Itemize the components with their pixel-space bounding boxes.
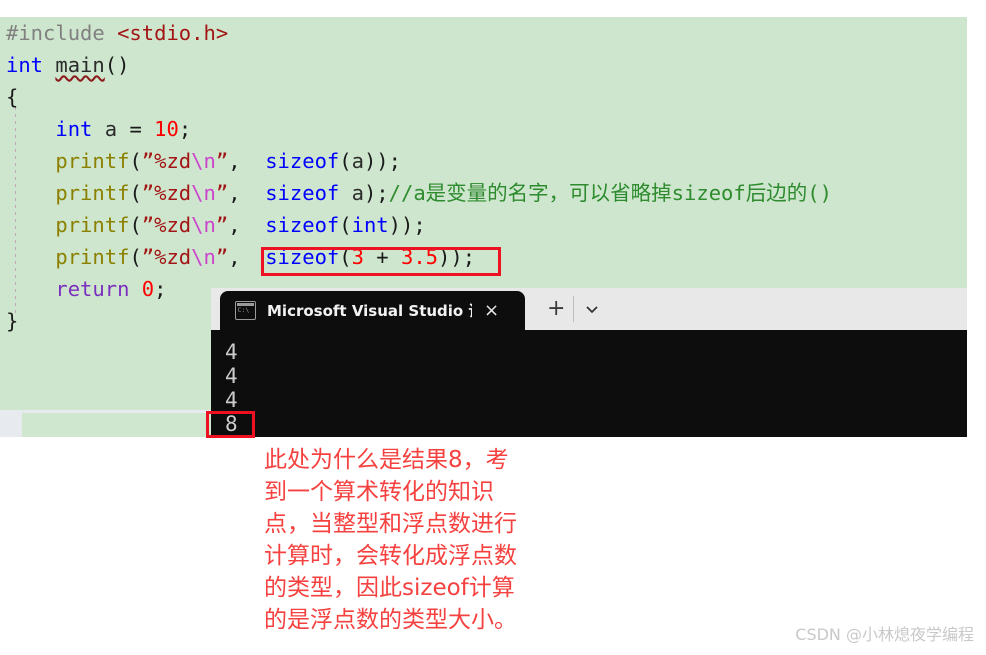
code-token: () <box>104 53 130 77</box>
tab-strip-divider <box>573 296 574 322</box>
code-token: ); <box>363 181 389 205</box>
code-token: sizeof <box>265 181 340 205</box>
code-token: \n <box>191 213 216 237</box>
code-token: //a是变量的名字，可以省略掉sizeof后边的() <box>388 181 832 205</box>
code-token: \n <box>191 245 216 269</box>
code-token: = <box>129 117 155 141</box>
code-token: printf <box>55 245 130 269</box>
line-decl-a: int a = 10; <box>0 113 967 145</box>
code-token: int <box>351 213 389 237</box>
annotation-line: 的类型，因此sizeof计算 <box>264 575 515 601</box>
console-tab[interactable]: Microsoft Visual Studio 调试控 × <box>220 291 525 330</box>
code-token: + <box>363 245 401 269</box>
code-token: )); <box>363 149 401 173</box>
code-token: 3 <box>351 245 364 269</box>
code-token: int <box>6 53 56 77</box>
console-output-area: 4 4 4 8 <box>211 330 967 437</box>
line-printf-1: printf(”%zd\n”, sizeof(a)); <box>0 145 967 177</box>
line-printf-3: printf(”%zd\n”, sizeof(int)); <box>0 209 967 241</box>
code-token: a <box>104 117 130 141</box>
console-output-line: 4 <box>225 340 238 364</box>
code-token: 0 <box>141 277 155 301</box>
code-token: int <box>55 117 105 141</box>
annotation-line: 的是浮点数的类型大小。 <box>264 607 517 633</box>
code-token: return <box>55 277 142 301</box>
code-token: printf <box>55 213 130 237</box>
code-token: 10 <box>154 117 179 141</box>
code-token: ”%zd <box>141 181 192 205</box>
new-tab-button[interactable]: + <box>547 298 565 320</box>
line-printf-2: printf(”%zd\n”, sizeof a);//a是变量的名字，可以省略… <box>0 177 967 209</box>
code-token: printf <box>55 149 130 173</box>
code-token: ” <box>215 213 229 237</box>
code-token: , <box>228 181 266 205</box>
console-output-line: 4 <box>225 364 238 388</box>
code-token: ( <box>339 149 352 173</box>
console-tab-strip: Microsoft Visual Studio 调试控 × + <box>211 288 967 330</box>
annotation-line: 点，当整型和浮点数进行 <box>264 511 517 537</box>
annotation-line: 此处为什么是结果8，考 <box>264 447 509 473</box>
code-token: \n <box>191 181 216 205</box>
annotation-line: 到一个算术转化的知识 <box>264 479 494 505</box>
line-printf-4: printf(”%zd\n”, sizeof(3 + 3.5)); <box>0 241 967 273</box>
annotation-text: 此处为什么是结果8，考 到一个算术转化的知识 点，当整型和浮点数进行 计算时，会转化成… <box>264 444 644 636</box>
code-token: )); <box>438 245 476 269</box>
code-token: { <box>6 85 19 109</box>
code-token: ” <box>215 149 229 173</box>
code-token: 3.5 <box>401 245 439 269</box>
code-token: ( <box>129 213 142 237</box>
annotation-line: 计算时，会转化成浮点数 <box>264 543 517 569</box>
code-token: ( <box>129 245 142 269</box>
code-token: , <box>228 149 266 173</box>
code-token: , <box>228 245 266 269</box>
console-output-line: 4 <box>225 388 238 412</box>
code-token: ”%zd <box>141 213 192 237</box>
code-token: sizeof <box>265 245 340 269</box>
console-tab-title: Microsoft Visual Studio 调试控 <box>267 302 472 320</box>
debug-console-window[interactable]: Microsoft Visual Studio 调试控 × + 4 4 4 8 <box>211 288 967 437</box>
code-token: ( <box>339 213 352 237</box>
code-token: } <box>6 309 19 333</box>
code-token: ( <box>129 181 142 205</box>
line-include: #include <stdio.h> <box>0 17 967 49</box>
code-token: , <box>228 213 266 237</box>
code-token: \n <box>191 149 216 173</box>
code-token: ”%zd <box>141 245 192 269</box>
code-token: ; <box>154 277 167 301</box>
code-token: ”%zd <box>141 149 192 173</box>
code-token: sizeof <box>265 213 340 237</box>
line-open-brace: { <box>0 81 967 113</box>
code-token: sizeof <box>265 149 340 173</box>
code-token: <stdio.h> <box>117 21 229 45</box>
code-token: ( <box>339 245 352 269</box>
code-token: a <box>351 149 364 173</box>
code-token: )); <box>388 213 426 237</box>
code-token: a <box>351 181 364 205</box>
code-token: printf <box>55 181 130 205</box>
code-token: #include <box>6 21 118 45</box>
code-token: main <box>55 53 105 77</box>
chevron-down-icon[interactable] <box>583 300 601 318</box>
csdn-watermark: CSDN @小林熄夜学编程 <box>795 625 974 644</box>
console-icon <box>235 301 256 320</box>
code-token: ” <box>215 245 229 269</box>
code-token: ; <box>178 117 192 141</box>
close-icon[interactable]: × <box>484 301 499 320</box>
code-token: ” <box>215 181 229 205</box>
console-output-line: 8 <box>225 412 238 436</box>
code-token: ( <box>129 149 142 173</box>
line-main: int main() <box>0 49 967 81</box>
